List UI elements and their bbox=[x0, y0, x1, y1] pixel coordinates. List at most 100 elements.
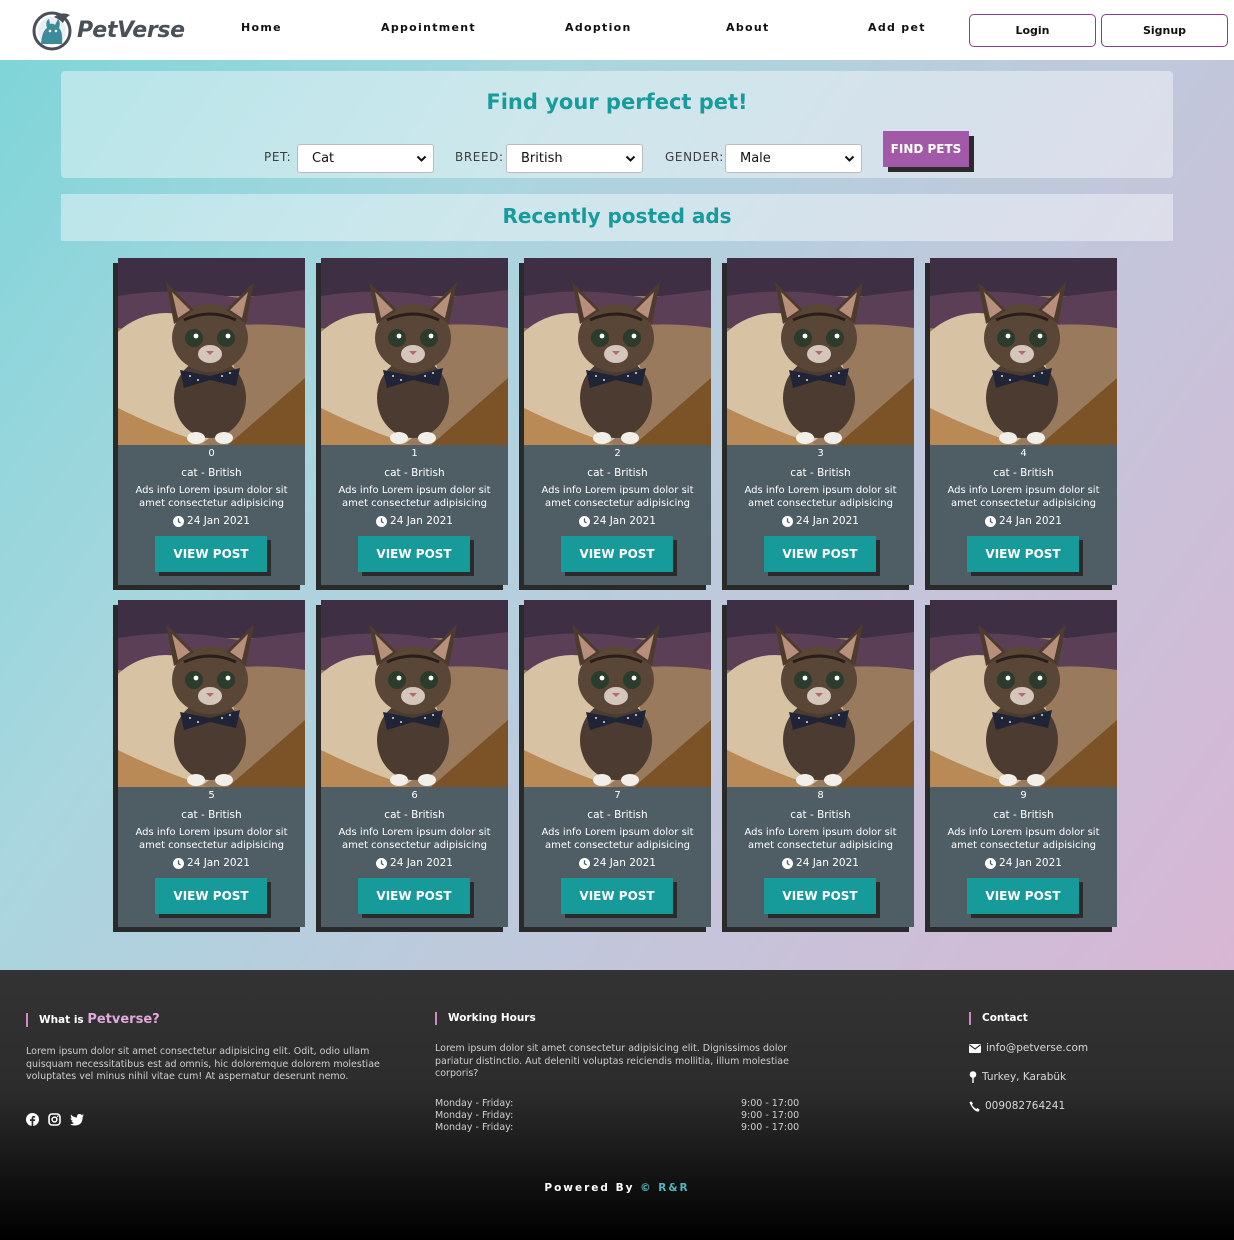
brand-name: PetVerse bbox=[77, 17, 185, 43]
ad-card-description: Ads info Lorem ipsum dolor sit amet cons… bbox=[338, 827, 491, 851]
search-title: Find your perfect pet! bbox=[486, 90, 748, 114]
location-pin-icon bbox=[969, 1071, 977, 1083]
pet-select[interactable]: Cat bbox=[297, 144, 434, 173]
hours-time: 9:00 - 17:00 bbox=[741, 1098, 800, 1109]
clock-icon bbox=[376, 857, 388, 869]
ad-card: 8 cat - British Ads info Lorem ipsum dolor… bbox=[727, 600, 914, 927]
view-post-button[interactable]: VIEW POST bbox=[358, 878, 470, 914]
logo-icon bbox=[32, 7, 74, 53]
view-post-button[interactable]: VIEW POST bbox=[358, 536, 470, 572]
hours-day: Monday - Friday: bbox=[435, 1122, 514, 1133]
ad-card-id: 6 bbox=[411, 790, 418, 801]
ad-card-image[interactable] bbox=[524, 600, 711, 787]
ad-card: 1 cat - British Ads info Lorem ipsum dolor… bbox=[321, 258, 508, 585]
ad-card-date: 24 Jan 2021 bbox=[524, 515, 711, 527]
ad-card-date-text: 24 Jan 2021 bbox=[796, 515, 859, 527]
nav-add-pet[interactable]: Add pet bbox=[868, 21, 926, 34]
ad-card-image[interactable] bbox=[930, 600, 1117, 787]
view-post-button[interactable]: VIEW POST bbox=[764, 878, 876, 914]
ad-card-image[interactable] bbox=[118, 600, 305, 787]
ad-card-description: Ads info Lorem ipsum dolor sit amet cons… bbox=[135, 827, 288, 851]
view-post-button[interactable]: VIEW POST bbox=[967, 878, 1079, 914]
ad-card-image[interactable] bbox=[930, 258, 1117, 445]
contact-email[interactable]: info@petverse.com bbox=[969, 1042, 1088, 1054]
ad-card: 3 cat - British Ads info Lorem ipsum dolor… bbox=[727, 258, 914, 585]
navbar: PetVerse Home Appointment Adoption About… bbox=[0, 0, 1234, 60]
hours-row: Monday - Friday: 9:00 - 17:00 bbox=[435, 1098, 800, 1109]
ad-card-description: Ads info Lorem ipsum dolor sit amet cons… bbox=[541, 485, 694, 509]
find-pets-button[interactable]: FIND PETS bbox=[883, 131, 969, 167]
nav-adoption[interactable]: Adoption bbox=[565, 21, 632, 34]
gender-select-value: Male bbox=[740, 151, 771, 166]
clock-icon bbox=[579, 857, 591, 869]
logo[interactable]: PetVerse bbox=[32, 6, 185, 54]
ad-card-id: 7 bbox=[614, 790, 621, 801]
ad-card-type: cat - British bbox=[993, 809, 1054, 821]
ad-card-date: 24 Jan 2021 bbox=[118, 857, 305, 869]
ad-card-id: 3 bbox=[817, 448, 824, 459]
ad-card-type: cat - British bbox=[587, 467, 648, 479]
ad-card-image[interactable] bbox=[524, 258, 711, 445]
ad-card-description: Ads info Lorem ipsum dolor sit amet cons… bbox=[338, 485, 491, 509]
ad-card: 6 cat - British Ads info Lorem ipsum dolor… bbox=[321, 600, 508, 927]
ad-card-date-text: 24 Jan 2021 bbox=[593, 857, 656, 869]
ad-card-date: 24 Jan 2021 bbox=[930, 857, 1117, 869]
instagram-icon[interactable] bbox=[48, 1111, 61, 1130]
powered-by-prefix: Powered By bbox=[544, 1182, 635, 1194]
hours-time: 9:00 - 17:00 bbox=[741, 1122, 800, 1133]
kitten-photo bbox=[524, 258, 711, 445]
ad-card-description: Ads info Lorem ipsum dolor sit amet cons… bbox=[947, 485, 1100, 509]
view-post-button[interactable]: VIEW POST bbox=[155, 878, 267, 914]
view-post-button[interactable]: VIEW POST bbox=[155, 536, 267, 572]
ad-card-id: 5 bbox=[208, 790, 215, 801]
view-post-button[interactable]: VIEW POST bbox=[764, 536, 876, 572]
ad-card: 4 cat - British Ads info Lorem ipsum dolor… bbox=[930, 258, 1117, 585]
contact-phone[interactable]: 009082764241 bbox=[969, 1100, 1065, 1112]
gender-select[interactable]: Male bbox=[725, 144, 862, 173]
ad-card-date: 24 Jan 2021 bbox=[930, 515, 1117, 527]
recent-ads-header: Recently posted ads bbox=[61, 194, 1173, 241]
ad-card-image[interactable] bbox=[321, 258, 508, 445]
nav-home[interactable]: Home bbox=[241, 21, 282, 34]
clock-icon bbox=[782, 857, 794, 869]
ad-card-date: 24 Jan 2021 bbox=[321, 515, 508, 527]
ad-card-description: Ads info Lorem ipsum dolor sit amet cons… bbox=[744, 827, 897, 851]
ad-card-date: 24 Jan 2021 bbox=[727, 857, 914, 869]
ad-card-description: Ads info Lorem ipsum dolor sit amet cons… bbox=[135, 485, 288, 509]
ad-card: 5 cat - British Ads info Lorem ipsum dolor… bbox=[118, 600, 305, 927]
ad-card-date-text: 24 Jan 2021 bbox=[999, 857, 1062, 869]
contact-location: Turkey, Karabük bbox=[969, 1071, 1066, 1083]
main-content: Find your perfect pet! PET: Cat BREED: B… bbox=[0, 60, 1234, 970]
ad-card-date-text: 24 Jan 2021 bbox=[390, 515, 453, 527]
nav-appointment[interactable]: Appointment bbox=[381, 21, 476, 34]
ad-card-id: 9 bbox=[1020, 790, 1027, 801]
signup-button[interactable]: Signup bbox=[1101, 14, 1228, 47]
social-links bbox=[26, 1111, 93, 1130]
ad-card-image[interactable] bbox=[118, 258, 305, 445]
powered-by-brand: © R&R bbox=[640, 1182, 690, 1194]
contact-phone-text: 009082764241 bbox=[985, 1100, 1066, 1112]
view-post-button[interactable]: VIEW POST bbox=[561, 536, 673, 572]
facebook-icon[interactable] bbox=[26, 1111, 39, 1130]
login-button[interactable]: Login bbox=[969, 14, 1096, 47]
ad-card-image[interactable] bbox=[321, 600, 508, 787]
view-post-button[interactable]: VIEW POST bbox=[561, 878, 673, 914]
breed-select[interactable]: British bbox=[506, 144, 643, 173]
ad-card-date-text: 24 Jan 2021 bbox=[999, 515, 1062, 527]
kitten-photo bbox=[118, 600, 305, 787]
kitten-photo bbox=[118, 258, 305, 445]
footer: What is Petverse? Lorem ipsum dolor sit … bbox=[0, 970, 1234, 1240]
ad-card-date: 24 Jan 2021 bbox=[321, 857, 508, 869]
ad-card-date-text: 24 Jan 2021 bbox=[187, 515, 250, 527]
clock-icon bbox=[173, 515, 185, 527]
ad-card-type: cat - British bbox=[587, 809, 648, 821]
ad-card-image[interactable] bbox=[727, 258, 914, 445]
clock-icon bbox=[376, 515, 388, 527]
ad-card-image[interactable] bbox=[727, 600, 914, 787]
ad-card: 9 cat - British Ads info Lorem ipsum dolor… bbox=[930, 600, 1117, 927]
twitter-icon[interactable] bbox=[70, 1111, 84, 1130]
view-post-button[interactable]: VIEW POST bbox=[967, 536, 1079, 572]
about-heading: What is Petverse? bbox=[26, 1013, 160, 1027]
nav-about[interactable]: About bbox=[726, 21, 770, 34]
powered-by: Powered By © R&R bbox=[0, 1182, 1234, 1194]
